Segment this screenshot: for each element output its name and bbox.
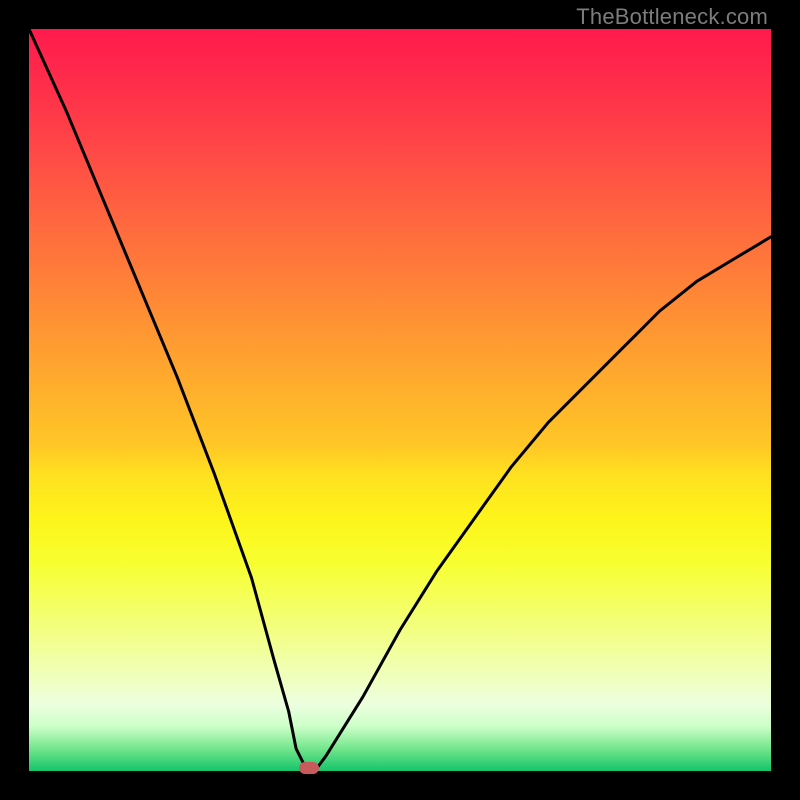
optimal-point-marker	[299, 762, 319, 774]
plot-area	[29, 29, 771, 771]
curve-path	[29, 29, 771, 771]
chart-frame: TheBottleneck.com	[0, 0, 800, 800]
watermark-text: TheBottleneck.com	[576, 4, 768, 30]
bottleneck-curve	[29, 29, 771, 771]
